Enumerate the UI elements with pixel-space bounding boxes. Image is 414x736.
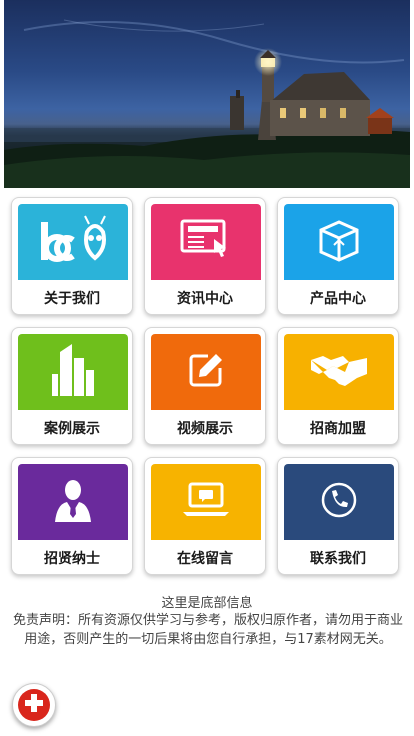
footer-disclaimer: 免责声明：所有资源仅供学习与参考，版权归原作者，请勿用于商业用途，否则产生的一切… xyxy=(12,613,403,647)
tile-news-center[interactable]: 资讯中心 xyxy=(144,197,266,315)
tile-icon-bg xyxy=(151,334,261,410)
tile-franchise[interactable]: 招商加盟 xyxy=(277,327,399,445)
tile-icon-bg xyxy=(284,204,394,280)
tile-label: 联系我们 xyxy=(310,551,366,567)
handshake-icon xyxy=(309,350,369,394)
tile-label: 招贤纳士 xyxy=(44,551,100,567)
tile-label: 在线留言 xyxy=(177,551,233,567)
tile-icon-bg xyxy=(18,334,128,410)
person-suit-icon xyxy=(53,478,93,526)
product-box-icon xyxy=(317,218,361,266)
tile-icon-bg xyxy=(284,334,394,410)
tile-product-center[interactable]: 产品中心 xyxy=(277,197,399,315)
tile-recruitment[interactable]: 招贤纳士 xyxy=(11,457,133,575)
news-icon xyxy=(178,217,234,267)
laptop-message-icon xyxy=(181,480,231,524)
tile-label: 关于我们 xyxy=(44,291,100,307)
buildings-icon xyxy=(48,342,98,402)
edit-icon xyxy=(186,350,226,394)
tile-video-showcase[interactable]: 视频展示 xyxy=(144,327,266,445)
tile-icon-bg xyxy=(18,204,128,280)
tile-label: 资讯中心 xyxy=(177,291,233,307)
tile-about-us[interactable]: 关于我们 xyxy=(11,197,133,315)
plus-icon xyxy=(24,693,44,717)
tile-online-message[interactable]: 在线留言 xyxy=(144,457,266,575)
tile-label: 产品中心 xyxy=(310,291,366,307)
tile-label: 招商加盟 xyxy=(310,421,366,437)
tile-icon-bg xyxy=(151,204,261,280)
tile-label: 视频展示 xyxy=(177,421,233,437)
about-logo-icon xyxy=(33,212,113,272)
tile-contact-us[interactable]: 联系我们 xyxy=(277,457,399,575)
tile-icon-bg xyxy=(151,464,261,540)
phone-icon xyxy=(319,480,359,524)
tile-icon-bg xyxy=(18,464,128,540)
footer-title: 这里是底部信息 xyxy=(161,596,253,611)
floating-add-button[interactable] xyxy=(12,683,56,727)
tile-case-showcase[interactable]: 案例展示 xyxy=(11,327,133,445)
tile-label: 案例展示 xyxy=(44,421,100,437)
banner-image xyxy=(4,0,410,188)
tile-icon-bg xyxy=(284,464,394,540)
